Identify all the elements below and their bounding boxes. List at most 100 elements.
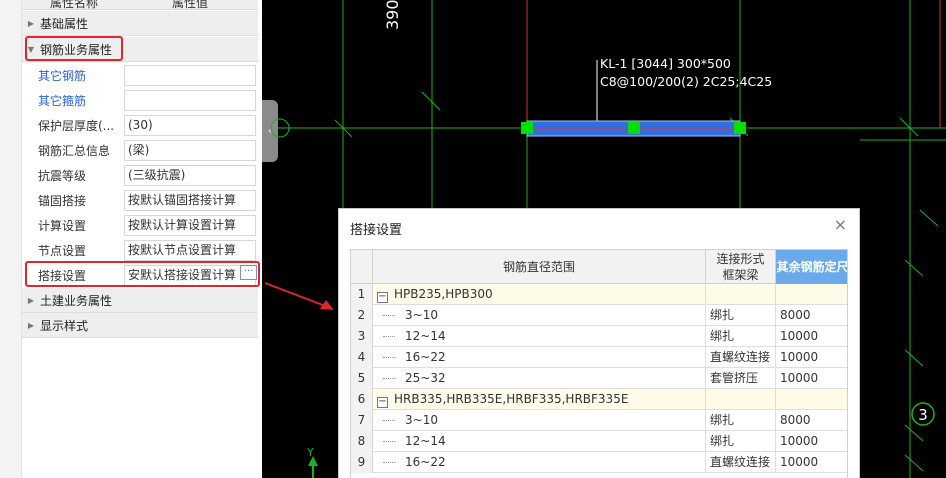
annotation-arrow	[264, 282, 329, 308]
dialog-title: 搭接设置	[350, 223, 403, 238]
prop-value-input[interactable]: (三级抗震)	[124, 165, 256, 186]
prop-value-input[interactable]: (30)	[124, 115, 256, 136]
prop-value-input[interactable]: 按默认节点设置计算	[124, 240, 256, 261]
diameter-range-text: 3~10	[405, 308, 438, 322]
grid-row[interactable]: 8 12~14 绑扎 10000	[351, 431, 847, 452]
group-display-style[interactable]: ▶ 显示样式	[22, 313, 258, 338]
fixed-length-cell[interactable]: 8000	[776, 305, 847, 326]
tree-connector	[383, 357, 395, 358]
tree-connector	[383, 462, 395, 463]
grid-row[interactable]: 2 3~10 绑扎 8000	[351, 305, 847, 326]
connection-type-cell[interactable]: 绑扎	[706, 431, 776, 452]
fixed-length-cell[interactable]: 10000	[776, 431, 847, 452]
left-tool-strip	[0, 0, 22, 478]
diameter-range-text: 25~32	[405, 371, 446, 385]
diameter-range-cell[interactable]: 16~22	[373, 452, 706, 473]
row-number: 9	[351, 452, 373, 473]
diameter-range-cell[interactable]: 3~10	[373, 410, 706, 431]
group-label: 土建业务属性	[40, 293, 113, 308]
beam-label-line2: C8@100/200(2) 2C25;4C25	[600, 74, 772, 89]
grip-handle-start[interactable]	[521, 122, 533, 134]
row-number: 1	[351, 284, 373, 305]
expand-triangle-icon: ▶	[27, 18, 35, 28]
prop-row-anchorage-lap: 锚固搭接 按默认锚固搭接计算	[22, 188, 258, 213]
diameter-range-text: HPB235,HPB300	[394, 287, 493, 301]
prop-label: 其它钢筋	[38, 69, 87, 83]
tree-connector	[383, 420, 395, 421]
grid-header: 钢筋直径范围 连接形式 框架梁 其余钢筋定尺	[351, 250, 848, 284]
header-row-number	[351, 250, 373, 284]
connection-type-cell[interactable]	[706, 284, 776, 305]
header-fixed-length-label: 其余钢筋定尺	[776, 260, 848, 274]
row-number: 8	[351, 431, 373, 452]
property-grid-header: 属性名称 属性值	[22, 0, 258, 10]
prop-row-seismic-grade: 抗震等级 (三级抗震)	[22, 163, 258, 188]
diameter-range-cell[interactable]: 12~14	[373, 431, 706, 452]
prop-value-input[interactable]	[124, 65, 256, 86]
row-number: 5	[351, 368, 373, 389]
annotation-highlight-rebar-group	[25, 36, 123, 61]
connection-type-cell[interactable]	[706, 389, 776, 410]
fixed-length-cell[interactable]: 10000	[776, 326, 847, 347]
grid-group-row[interactable]: 1− HPB235,HPB300	[351, 284, 847, 305]
axis-bubble-3-label: 3	[918, 406, 928, 424]
tree-connector	[383, 336, 395, 337]
prop-label: 钢筋汇总信息	[38, 144, 111, 158]
prop-label: 其它箍筋	[38, 94, 87, 108]
fixed-length-cell[interactable]: 10000	[776, 452, 847, 473]
prop-value-input[interactable]: 按默认锚固搭接计算	[124, 190, 256, 211]
prop-label: 保护层厚度(...	[38, 119, 115, 133]
collapse-toggle-icon[interactable]: −	[377, 292, 388, 303]
header-connection-line2: 框架梁	[722, 268, 759, 282]
group-label: 显示样式	[40, 318, 89, 333]
diameter-range-cell[interactable]: 25~32	[373, 368, 706, 389]
row-number: 2	[351, 305, 373, 326]
property-panel: 属性名称 属性值 ▶ 基础属性 ▼ 钢筋业务属性 其它钢筋 其它箍筋 保护层厚度…	[0, 0, 262, 478]
grip-handle-mid[interactable]	[628, 122, 640, 134]
connection-type-cell[interactable]: 绑扎	[706, 326, 776, 347]
fixed-length-cell[interactable]	[776, 284, 847, 305]
prop-label: 节点设置	[38, 244, 87, 258]
prop-row-rebar-summary: 钢筋汇总信息 (梁)	[22, 138, 258, 163]
expand-triangle-icon: ▶	[27, 295, 35, 305]
diameter-range-text: 12~14	[405, 434, 446, 448]
diameter-range-cell[interactable]: 12~14	[373, 326, 706, 347]
close-icon[interactable]: ×	[834, 217, 847, 233]
connection-type-cell[interactable]: 绑扎	[706, 305, 776, 326]
diameter-range-cell[interactable]: − HPB235,HPB300	[373, 284, 706, 305]
diameter-range-cell[interactable]: 3~10	[373, 305, 706, 326]
prop-row-calc-settings: 计算设置 按默认计算设置计算	[22, 213, 258, 238]
connection-type-cell[interactable]: 直螺纹连接	[706, 347, 776, 368]
connection-type-cell[interactable]: 直螺纹连接	[706, 452, 776, 473]
grid-row[interactable]: 3 12~14 绑扎 10000	[351, 326, 847, 347]
group-civil-business-properties[interactable]: ▶ 土建业务属性	[22, 288, 258, 313]
diameter-range-cell[interactable]: 16~22	[373, 347, 706, 368]
row-number: 6	[351, 389, 373, 410]
connection-type-cell[interactable]: 套管挤压	[706, 368, 776, 389]
diameter-range-cell[interactable]: − HRB335,HRB335E,HRBF335,HRBF335E	[373, 389, 706, 410]
group-basic-properties[interactable]: ▶ 基础属性	[22, 11, 258, 36]
connection-type-cell[interactable]: 绑扎	[706, 410, 776, 431]
row-number: 7	[351, 410, 373, 431]
fixed-length-cell[interactable]	[776, 389, 847, 410]
prop-value-input[interactable]: 按默认计算设置计算	[124, 215, 256, 236]
prop-value-input[interactable]: (梁)	[124, 140, 256, 161]
grid-row[interactable]: 5 25~32 套管挤压 10000	[351, 368, 847, 389]
diameter-range-text: 16~22	[405, 350, 446, 364]
prop-row-cover-thickness: 保护层厚度(... (30)	[22, 113, 258, 138]
fixed-length-cell[interactable]: 8000	[776, 410, 847, 431]
prop-label: 抗震等级	[38, 169, 87, 183]
header-fixed-length[interactable]: 其余钢筋定尺	[776, 250, 848, 284]
fixed-length-cell[interactable]: 10000	[776, 368, 847, 389]
header-name: 属性名称	[50, 0, 99, 10]
prop-value-input[interactable]	[124, 90, 256, 111]
grid-group-row[interactable]: 6− HRB335,HRB335E,HRBF335,HRBF335E	[351, 389, 847, 410]
dimension-text: 390	[383, 0, 402, 30]
lap-settings-grid: 钢筋直径范围 连接形式 框架梁 其余钢筋定尺 1− HPB235,HPB300 2 3…	[350, 249, 848, 478]
fixed-length-cell[interactable]: 10000	[776, 347, 847, 368]
grid-row[interactable]: 9 16~22 直螺纹连接 10000	[351, 452, 847, 473]
collapse-toggle-icon[interactable]: −	[377, 397, 388, 408]
grid-row[interactable]: 4 16~22 直螺纹连接 10000	[351, 347, 847, 368]
grip-handle-end[interactable]	[734, 122, 746, 134]
grid-row[interactable]: 7 3~10 绑扎 8000	[351, 410, 847, 431]
